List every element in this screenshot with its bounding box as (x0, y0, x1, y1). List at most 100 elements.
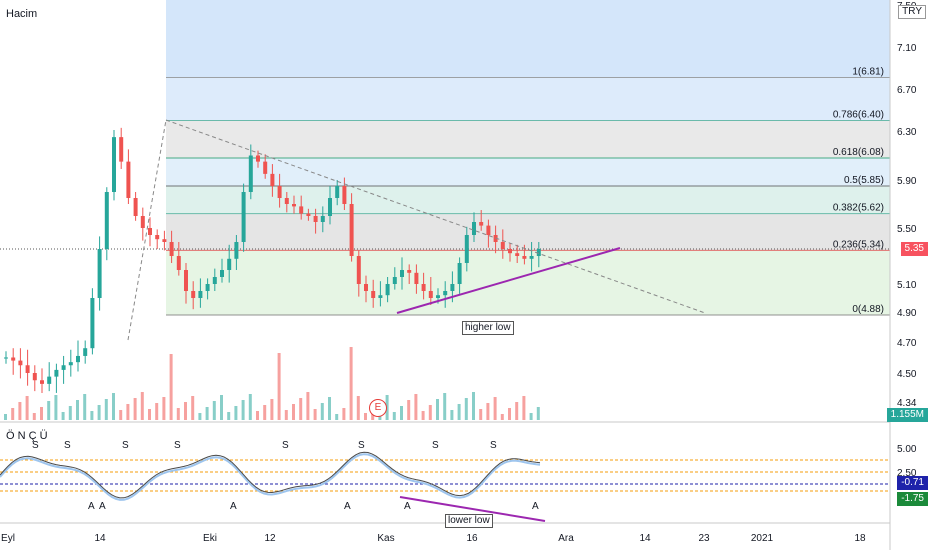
candle (40, 380, 44, 384)
candle (148, 228, 152, 235)
time-axis-label: 14 (94, 533, 106, 544)
fib-level-label: 1(6.81) (852, 66, 884, 77)
candle (414, 272, 419, 284)
candle (47, 376, 52, 384)
candle (191, 291, 196, 298)
candle (479, 222, 484, 226)
volume-bar (119, 410, 123, 420)
candle (198, 291, 203, 298)
volume-bar (328, 397, 331, 420)
volume-bar (292, 404, 295, 420)
volume-bar (407, 400, 411, 420)
candle (277, 186, 282, 198)
candle (464, 235, 469, 263)
volume-bar (284, 410, 288, 420)
osc-sell-marker: S (358, 440, 365, 451)
volume-bar (184, 402, 187, 420)
volume-bar (522, 396, 526, 420)
candle (400, 270, 404, 277)
volume-bar (169, 354, 173, 420)
osc-buy-marker: A (404, 501, 411, 512)
time-axis-label: Eki (203, 533, 217, 544)
volume-bar (414, 394, 418, 420)
candle (220, 270, 224, 277)
volume-bar (277, 353, 281, 420)
volume-bar (349, 347, 353, 420)
fib-level-label: 0.786(6.40) (833, 110, 884, 121)
volume-bar (443, 393, 447, 420)
volume-bar (227, 412, 231, 420)
volume-bar (364, 413, 367, 420)
fib-level-label: 0.5(5.85) (844, 175, 884, 186)
volume-bar (306, 392, 310, 420)
volume-bar (162, 397, 166, 420)
candle (227, 258, 232, 270)
fib-level-label: 0.618(6.08) (833, 147, 884, 158)
volume-bar (148, 409, 151, 420)
candle (263, 161, 268, 174)
osc-signal-line (0, 453, 541, 501)
volume-bar (133, 398, 137, 420)
candle (392, 277, 397, 284)
volume-bar (47, 401, 51, 420)
volume-bar (104, 399, 108, 420)
volume-bar (342, 408, 346, 420)
candle (385, 284, 390, 296)
candle (522, 256, 527, 259)
fib-zone-top (166, 0, 890, 78)
volume-bar (436, 399, 439, 420)
volume-bar (392, 412, 396, 420)
volume-bar (198, 413, 202, 420)
time-axis-label: 23 (698, 533, 710, 544)
last-price-badge: 5.35 (900, 242, 928, 256)
candle (500, 242, 505, 249)
oscillator-pane-title: Ö N Ç Ü (6, 430, 48, 442)
candle (407, 270, 412, 273)
candle (529, 256, 534, 259)
candle (184, 270, 188, 291)
lower-low-label: lower low (445, 514, 493, 528)
volume-bar (450, 410, 454, 420)
volume-bar (112, 393, 115, 420)
volume-bar (313, 409, 317, 420)
candle (299, 206, 304, 214)
candle (25, 365, 30, 373)
volume-bar (220, 395, 223, 420)
volume-bar (11, 408, 15, 420)
volume-bar (25, 396, 29, 420)
candle (436, 295, 440, 298)
candle (140, 216, 145, 228)
fib-zone (166, 250, 890, 315)
osc-buy-marker: A (532, 501, 539, 512)
currency-button[interactable]: TRY (898, 5, 926, 19)
volume-bar (205, 407, 209, 420)
volume-bar (68, 406, 72, 420)
time-axis-label: 2021 (751, 533, 774, 544)
osc-sell-marker: S (432, 440, 439, 451)
volume-bar (320, 403, 324, 420)
candle (335, 186, 340, 198)
candle (457, 263, 462, 284)
earnings-event-icon[interactable]: E (369, 399, 387, 417)
price-axis-tick: 5.90 (897, 176, 917, 187)
volume-bar (32, 413, 36, 420)
candle (472, 222, 476, 235)
fib-zone (166, 213, 890, 251)
volume-bar (299, 398, 303, 420)
volume-bar (270, 399, 274, 420)
higher-low-label: higher low (462, 321, 514, 335)
volume-bar (400, 406, 403, 420)
volume-bar (176, 408, 180, 420)
candle (378, 295, 383, 298)
volume-pane-title: Hacim (6, 8, 38, 20)
time-axis-label: 12 (264, 533, 276, 544)
volume-bar (83, 394, 87, 420)
osc-sell-marker: S (64, 440, 71, 451)
volume-bar (472, 392, 475, 420)
candle (486, 225, 491, 235)
candle (515, 253, 520, 256)
volume-bar (155, 403, 159, 420)
volume-badge: 1.155M (886, 408, 928, 422)
candle (320, 216, 325, 222)
chart-canvas[interactable]: 1(6.81) 0.786(6.40) 0.618(6.08) 0.5(5.85) 0.… (0, 0, 932, 550)
